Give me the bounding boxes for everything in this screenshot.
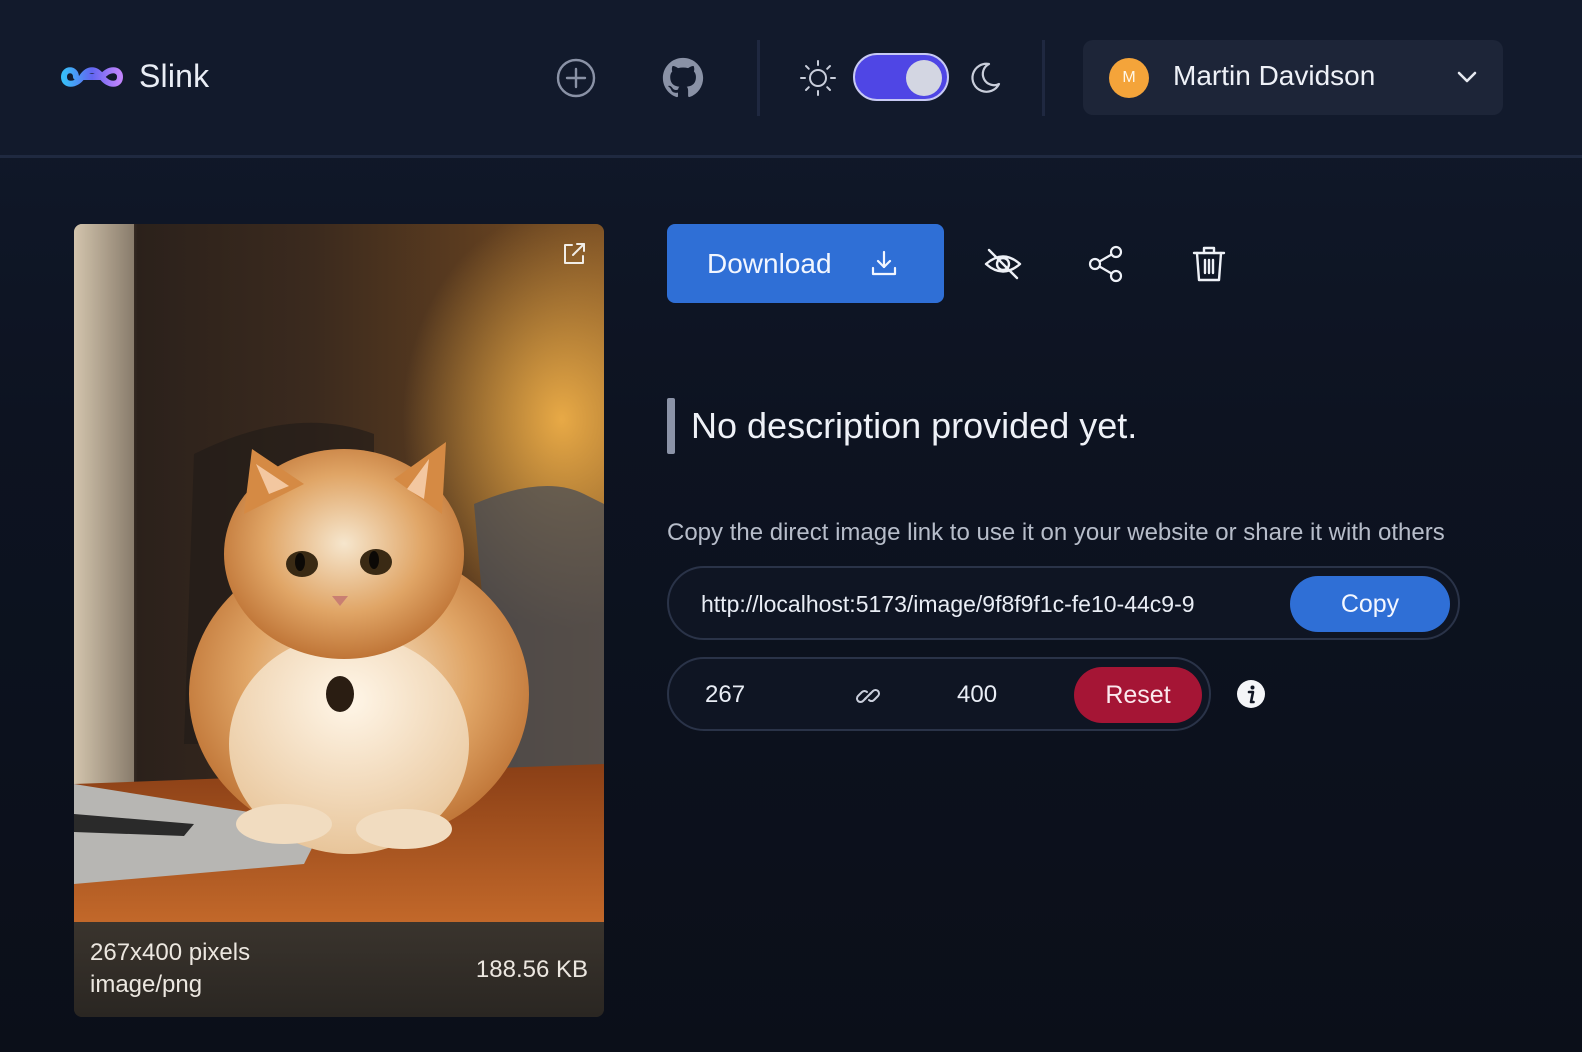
sun-icon[interactable] [795, 55, 841, 101]
eye-off-icon [984, 248, 1022, 280]
image-preview[interactable] [74, 224, 604, 922]
link-hint: Copy the direct image link to use it on … [667, 519, 1445, 546]
plus-circle-icon[interactable] [553, 55, 599, 101]
link-aspect-ratio-icon[interactable] [855, 683, 881, 709]
description-accent-bar [667, 398, 675, 454]
github-icon[interactable] [660, 55, 706, 101]
open-external-icon[interactable] [560, 240, 588, 268]
image-link-field: Copy [667, 566, 1460, 640]
download-label: Download [707, 248, 832, 279]
delete-button[interactable] [1185, 240, 1233, 288]
theme-toggle-knob [906, 60, 942, 96]
image-dimensions: 267x400 pixels [90, 939, 251, 966]
moon-icon[interactable] [962, 55, 1008, 101]
download-button[interactable]: Download [667, 224, 944, 303]
avatar: M [1109, 58, 1149, 98]
user-name: Martin Davidson [1173, 60, 1376, 91]
download-icon [871, 250, 897, 276]
width-input[interactable] [705, 677, 805, 713]
chevron-down-icon [1457, 71, 1477, 83]
header-divider [1042, 40, 1045, 116]
image-url-input[interactable] [701, 586, 1253, 622]
share-button[interactable] [1082, 240, 1130, 288]
image-file-size: 188.56 KB [475, 956, 588, 983]
image-mime-type: image/png [90, 971, 203, 998]
brand-name[interactable]: Slink [139, 58, 209, 95]
infinity-logo-icon[interactable] [60, 58, 124, 96]
share-icon [1088, 245, 1123, 283]
height-input[interactable] [957, 677, 1057, 713]
image-preview-card: 267x400 pixels image/png 188.56 KB [74, 224, 604, 1017]
image-description[interactable]: No description provided yet. [691, 405, 1137, 447]
theme-toggle[interactable] [853, 53, 949, 101]
info-icon[interactable] [1236, 679, 1266, 709]
visibility-toggle-button[interactable] [979, 240, 1027, 288]
header-divider [757, 40, 760, 116]
resize-controls: Reset [667, 657, 1211, 731]
user-menu-dropdown[interactable]: M Martin Davidson [1083, 40, 1503, 115]
image-metadata: 267x400 pixels image/png 188.56 KB [74, 922, 604, 1017]
reset-button[interactable]: Reset [1074, 667, 1202, 723]
top-navigation: Slink M Martin Davidson [0, 0, 1582, 158]
trash-icon [1192, 246, 1226, 282]
copy-button[interactable]: Copy [1290, 576, 1450, 632]
